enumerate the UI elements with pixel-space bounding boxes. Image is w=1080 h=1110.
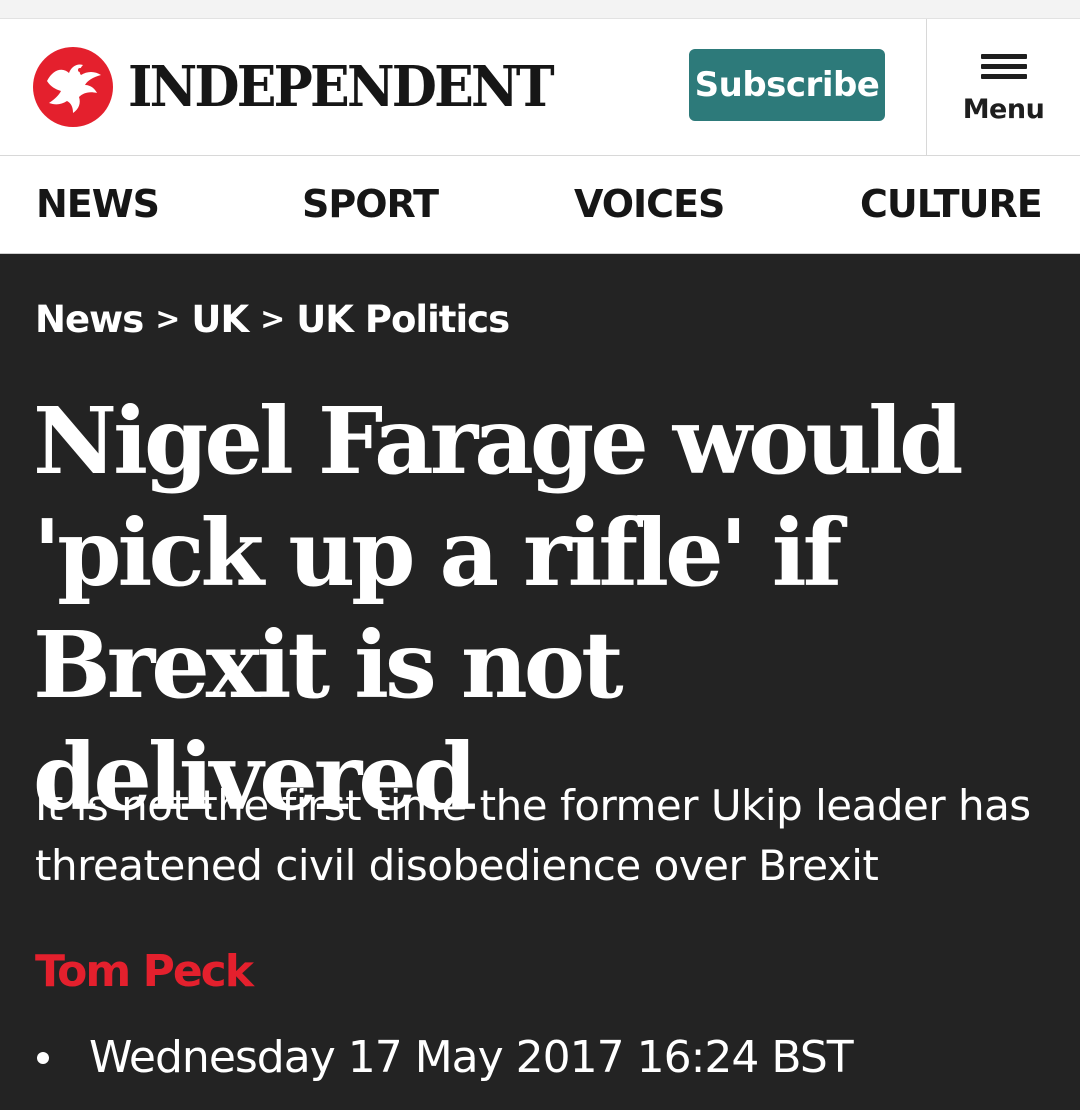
eagle-icon (33, 47, 113, 127)
brand-wordmark: INDEPENDENT (128, 54, 555, 120)
logo[interactable]: INDEPENDENT (33, 45, 584, 129)
breadcrumb-separator: > (155, 302, 180, 337)
article-headline: Nigel Farage would 'pick up a rifle' if … (33, 387, 963, 831)
section-nav: NEWS SPORT VOICES CULTURE (0, 156, 1080, 254)
menu-label: Menu (962, 94, 1045, 125)
article-standfirst: It is not the first time the former Ukip… (35, 781, 1031, 890)
site-header: INDEPENDENT Subscribe Menu (0, 18, 1080, 156)
nav-item-voices[interactable]: VOICES (574, 182, 725, 226)
breadcrumb: News > UK > UK Politics (35, 298, 510, 341)
breadcrumb-news[interactable]: News (35, 298, 144, 341)
status-strip (0, 0, 1080, 18)
menu-button[interactable]: Menu (927, 19, 1080, 156)
nav-item-culture[interactable]: CULTURE (860, 182, 1043, 226)
subscribe-button[interactable]: Subscribe (689, 49, 885, 121)
breadcrumb-uk[interactable]: UK (191, 298, 249, 341)
breadcrumb-uk-politics[interactable]: UK Politics (296, 298, 510, 341)
nav-item-sport[interactable]: SPORT (302, 182, 439, 226)
author-link[interactable]: Tom Peck (35, 946, 254, 997)
breadcrumb-separator: > (260, 302, 285, 337)
publish-date-text: Wednesday 17 May 2017 16:24 BST (89, 1032, 854, 1083)
publish-date: Wednesday 17 May 2017 16:24 BST (35, 1032, 854, 1083)
hamburger-icon (980, 54, 1027, 80)
nav-item-news[interactable]: NEWS (36, 182, 160, 226)
bullet-icon (37, 1051, 49, 1064)
